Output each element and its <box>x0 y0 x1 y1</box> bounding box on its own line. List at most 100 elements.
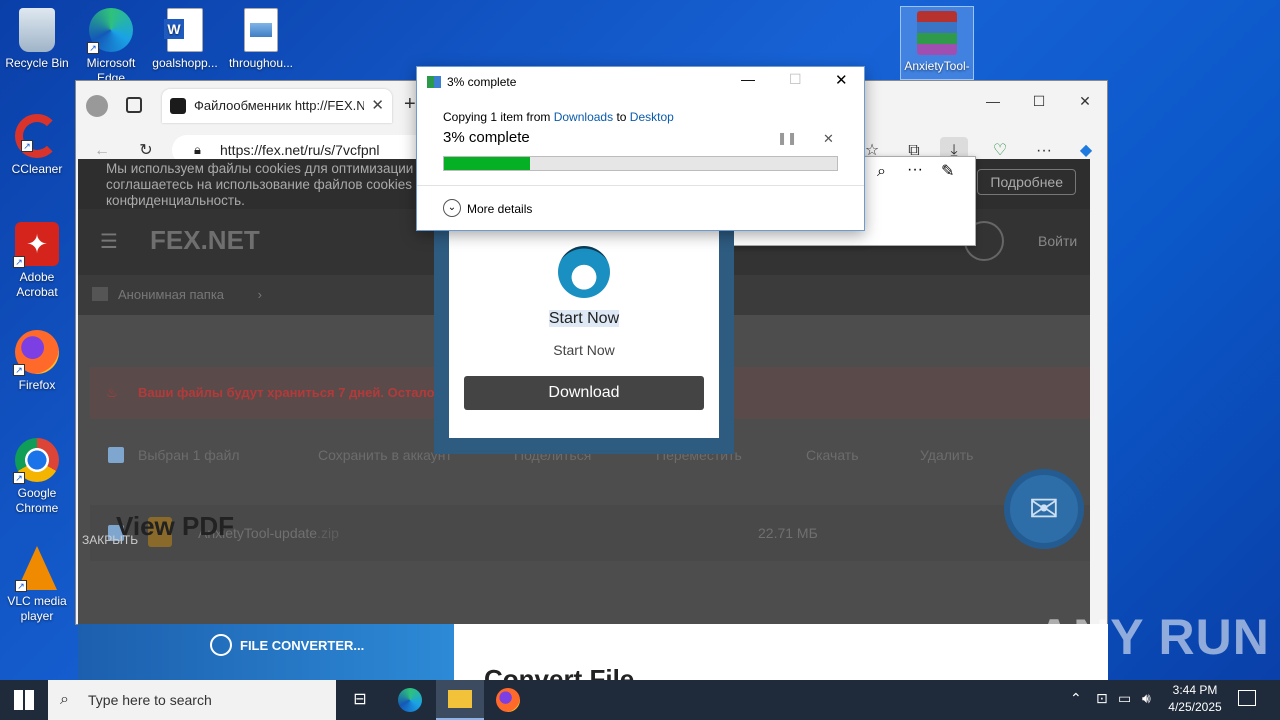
cancel-copy-icon[interactable]: ✕ <box>823 131 834 147</box>
pin-icon[interactable]: ✎ <box>941 161 954 181</box>
copy-dialog-title: 3% complete <box>447 75 517 89</box>
desktop-icon-label: VLC media player <box>7 594 67 623</box>
tab-actions-icon[interactable] <box>126 97 142 113</box>
ad-download-button[interactable]: Download <box>464 376 704 410</box>
login-link[interactable]: Войти <box>1038 233 1077 249</box>
search-icon[interactable]: ⌕ <box>877 163 886 181</box>
desktop-icon-label: Google Chrome <box>15 486 59 515</box>
task-view-icon[interactable]: ⊟ <box>336 680 384 720</box>
desktop-icon-anxietytool[interactable]: AnxietyTool-update.zip <box>900 6 974 80</box>
ad-strip: Convert File <box>454 624 1108 680</box>
taskbar-search[interactable]: ⌕ Type here to search <box>48 680 336 720</box>
select-all-checkbox[interactable] <box>108 447 124 463</box>
desktop-icon-throughou[interactable]: throughou... <box>224 8 298 71</box>
convert-file-text: Convert File <box>484 664 635 680</box>
chevron-down-icon[interactable]: ⌄ <box>443 199 461 217</box>
profile-icon[interactable] <box>86 95 108 117</box>
copy-progress-bar <box>443 156 838 171</box>
minimize-icon[interactable]: — <box>970 87 1016 115</box>
clock[interactable]: 3:44 PM 4/25/2025 <box>1158 682 1232 716</box>
folder-icon <box>92 287 108 301</box>
windows-start-icon[interactable] <box>14 690 34 710</box>
desktop-icon-vlc[interactable]: ↗ VLC media player <box>0 546 74 624</box>
vlc-icon: ↗ <box>15 546 57 592</box>
clock-date: 4/25/2025 <box>1168 700 1222 714</box>
close-ad-label[interactable]: ЗАКРЫТЬ <box>82 533 138 547</box>
copy-status: 3% complete <box>443 129 530 146</box>
close-window-icon[interactable]: ✕ <box>1062 87 1108 115</box>
close-tab-icon[interactable]: ✕ <box>371 96 384 114</box>
desktop-icon-label: Recycle Bin <box>5 56 69 70</box>
file-ext: .zip <box>317 525 339 541</box>
fexnet-logo[interactable]: FEX.NET <box>150 225 260 256</box>
ccleaner-icon: ↗ <box>15 114 59 158</box>
tab-title: Файлообменник http://FEX.NET <box>194 98 364 113</box>
mail-chat-icon[interactable]: ✉ <box>1004 469 1084 549</box>
delete-button[interactable]: Удалить <box>920 435 973 475</box>
source-link[interactable]: Downloads <box>554 110 613 124</box>
desktop-icon-goalshopp[interactable]: W goalshopp... <box>148 8 222 71</box>
taskbar-edge-icon[interactable] <box>386 680 434 720</box>
volume-icon[interactable]: 🔊︎ <box>1142 690 1151 707</box>
taskbar-firefox-icon[interactable] <box>484 680 532 720</box>
ad-title: Start Now <box>449 310 719 328</box>
to-word: to <box>616 110 627 124</box>
pause-icon[interactable]: ❚❚ <box>777 131 797 145</box>
dialog-maximize-icon: ☐ <box>789 71 802 87</box>
file-size: 22.71 МБ <box>758 525 818 541</box>
taskbar-explorer-icon[interactable] <box>436 680 484 720</box>
copy-prefix: Copying 1 item from <box>443 110 551 124</box>
flame-icon: ♨ <box>106 385 118 400</box>
network-icon[interactable]: ▭ <box>1118 690 1131 707</box>
ad-title-text: Start Now <box>548 310 620 327</box>
desktop-icon-google-chrome[interactable]: ↗ Google Chrome <box>0 438 74 516</box>
tab-fexnet[interactable]: Файлообменник http://FEX.NET ✕ <box>162 89 392 123</box>
cookie-more-button[interactable]: Подробнее <box>977 169 1076 195</box>
divider <box>417 185 864 186</box>
desktop-icon-edge[interactable]: ↗ Microsoft Edge <box>74 8 148 86</box>
more-options-icon[interactable]: ··· <box>907 161 923 179</box>
hamburger-menu-icon[interactable]: ☰ <box>100 229 118 254</box>
breadcrumb-label[interactable]: Анонимная папка <box>118 287 224 302</box>
maximize-icon[interactable]: ☐ <box>1016 87 1062 115</box>
chevron-right-icon: › <box>257 287 262 302</box>
recycle-bin-icon <box>19 8 55 52</box>
tray-chevron-icon[interactable]: ⌃ <box>1070 690 1082 707</box>
desktop-icon-label: goalshopp... <box>152 56 218 70</box>
copy-progress-dialog: 3% complete — ☐ ✕ Copying 1 item from Do… <box>416 66 865 231</box>
taskbar: ⌕ Type here to search ⊟ ⌃ ⊡ ▭ 🔊︎ 3:44 PM… <box>0 680 1280 720</box>
dialog-close-icon[interactable]: ✕ <box>835 71 848 89</box>
download-button[interactable]: Скачать <box>806 435 859 475</box>
file-converter-banner[interactable]: FILE CONVERTER... <box>78 624 454 680</box>
new-tab-icon[interactable]: + <box>404 93 416 116</box>
desktop-icon-label: AnxietyTool-update.zip <box>904 59 970 73</box>
desktop-icon-recycle-bin[interactable]: Recycle Bin <box>0 8 74 71</box>
copy-description: Copying 1 item from Downloads to Desktop <box>443 110 674 124</box>
desktop-icon-label: Firefox <box>18 378 56 392</box>
tray-device-icon[interactable]: ⊡ <box>1096 690 1108 707</box>
image-file-icon <box>244 8 278 52</box>
anyrun-watermark: ANY RUN <box>1036 609 1270 665</box>
desktop-icon-label: Adobe Acrobat <box>16 270 58 299</box>
copy-progress-fill <box>444 157 531 170</box>
save-to-account-button[interactable]: Сохранить в аккаунт <box>318 435 452 475</box>
notifications-icon[interactable] <box>1238 690 1256 706</box>
banner-text: FILE CONVERTER... <box>240 638 365 653</box>
chrome-icon: ↗ <box>13 438 59 484</box>
ad-popup: Start Now Start Now Download <box>449 228 719 438</box>
wave-logo-icon <box>558 246 610 298</box>
edge-icon: ↗ <box>87 8 133 54</box>
desktop-icon-ccleaner[interactable]: ↗ CCleaner <box>0 114 74 177</box>
desktop-icon-label: CCleaner <box>11 162 63 176</box>
more-details-button[interactable]: More details <box>467 202 532 216</box>
clock-time: 3:44 PM <box>1172 683 1218 697</box>
desktop-icon-adobe-acrobat[interactable]: ✦ ↗ Adobe Acrobat <box>0 222 74 300</box>
ad-subtitle: Start Now <box>553 342 615 358</box>
desktop-icon-firefox[interactable]: ↗ Firefox <box>0 330 74 393</box>
dialog-minimize-icon[interactable]: — <box>741 71 755 87</box>
word-doc-icon: W <box>164 8 203 52</box>
alert-text: Ваши файлы будут храниться 7 дней. Остал… <box>138 385 442 400</box>
file-row[interactable]: AnxietyTool-update.zip 22.71 МБ <box>90 505 1090 561</box>
destination-link[interactable]: Desktop <box>630 110 674 124</box>
acrobat-icon: ✦ ↗ <box>13 222 59 268</box>
